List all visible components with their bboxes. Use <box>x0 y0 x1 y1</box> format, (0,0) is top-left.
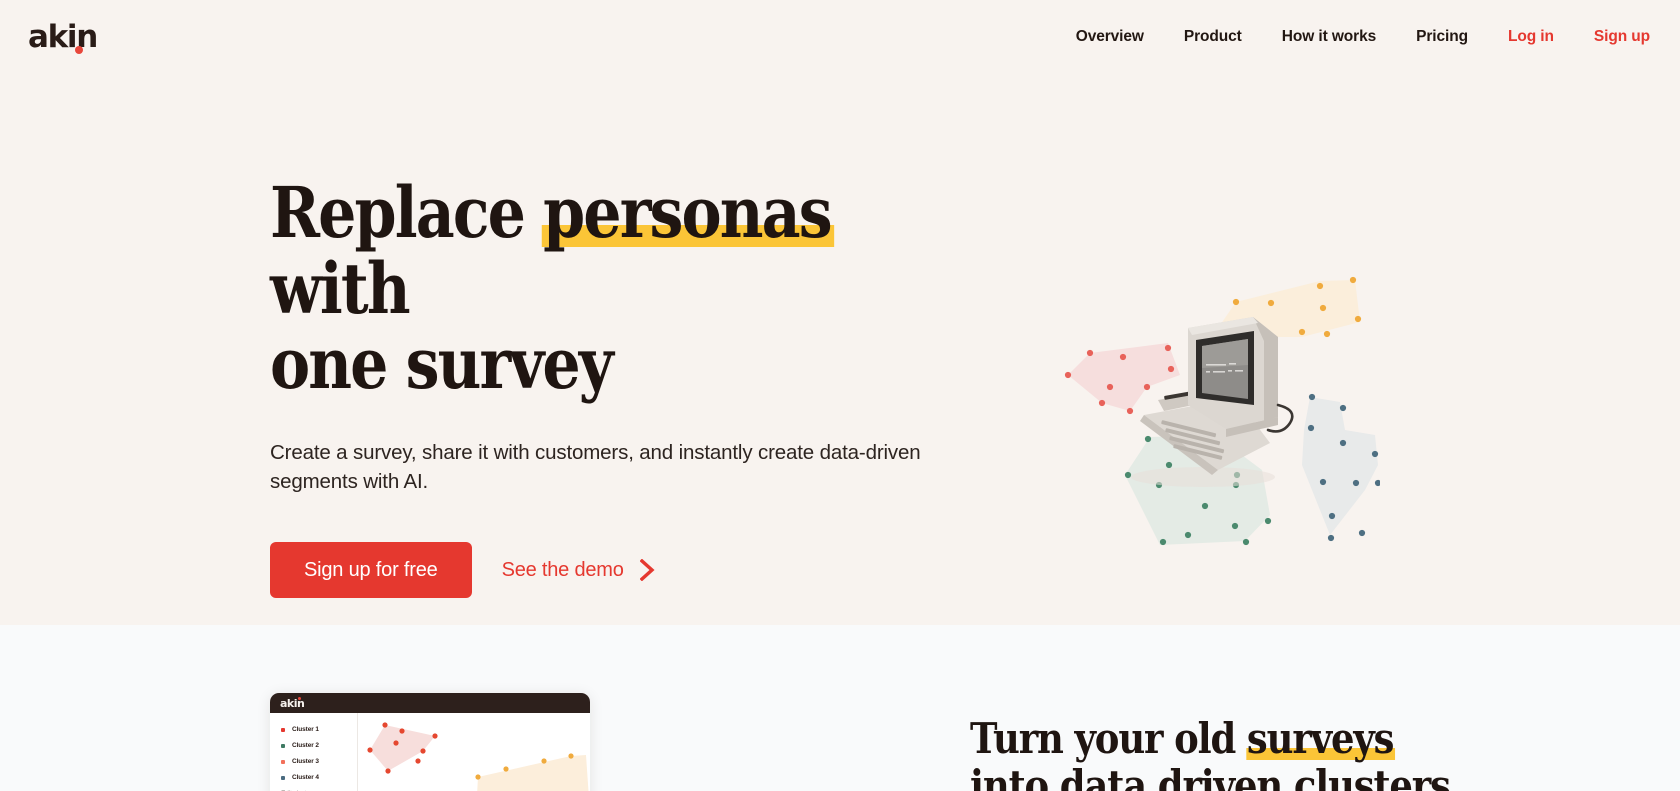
sign-up-for-free-button[interactable]: Sign up for free <box>270 542 472 598</box>
headline-part-1: Replace <box>270 171 544 254</box>
legend-dot-icon <box>281 727 285 732</box>
legend-dot-icon <box>281 759 285 764</box>
legend-label: Cluster 3 <box>292 758 319 765</box>
see-the-demo-link[interactable]: See the demo <box>502 559 655 582</box>
nav-item-product[interactable]: Product <box>1164 28 1262 46</box>
mock-brand-logo: akin <box>280 696 305 710</box>
legend-label: Cluster 1 <box>292 726 319 733</box>
legend-dot-icon <box>281 743 285 748</box>
legend-label: Cluster 2 <box>292 742 319 749</box>
product-screenshot-mock: akin Cluster 1 Cluster 2 Cluster 3 Clust… <box>270 693 590 791</box>
hero-cta-row: Sign up for free See the demo <box>270 542 990 598</box>
lower-copy: Turn your old surveys into data driven c… <box>970 715 1610 791</box>
top-navigation: akin Overview Product How it works Prici… <box>0 0 1680 80</box>
brand-logo-dot-icon <box>75 46 83 54</box>
hero-subheading: Create a survey, share it with customers… <box>270 440 921 493</box>
lower-head-highlight-surveys: surveys <box>1246 714 1396 763</box>
lower-headline: Turn your old surveys into data driven c… <box>970 715 1533 791</box>
legend-item-cluster-2[interactable]: Cluster 2 <box>281 742 357 749</box>
hero-copy: Replace personas with one survey Create … <box>270 175 990 598</box>
mock-brand-logo-dot-icon <box>297 697 301 700</box>
legend-item-cluster-4[interactable]: Cluster 4 <box>281 774 357 781</box>
headline-highlight-personas: personas <box>541 171 834 254</box>
legend-label: Cluster 4 <box>292 774 319 781</box>
nav-item-sign-up[interactable]: Sign up <box>1574 28 1650 46</box>
lower-head-part-1: Turn your old <box>970 714 1247 763</box>
cluster-scatter-plot <box>358 713 590 791</box>
legend-dot-icon <box>281 775 285 780</box>
lower-head-line-2: into data driven clusters <box>970 761 1451 791</box>
hero-headline: Replace personas with one survey <box>270 175 889 402</box>
scatter-cluster-1 <box>367 722 438 774</box>
brand-logo[interactable]: akin <box>28 19 98 55</box>
see-the-demo-label: See the demo <box>501 558 624 581</box>
nav-item-overview[interactable]: Overview <box>1056 28 1164 46</box>
landing-page: akin Overview Product How it works Prici… <box>0 0 1680 791</box>
legend-item-cluster-3[interactable]: Cluster 3 <box>281 758 357 765</box>
mock-titlebar: akin <box>270 693 590 713</box>
chevron-right-icon <box>639 559 655 581</box>
nav-item-how-it-works[interactable]: How it works <box>1262 28 1396 46</box>
mock-body: Cluster 1 Cluster 2 Cluster 3 Cluster 4 … <box>270 713 590 791</box>
nav-item-pricing[interactable]: Pricing <box>1396 28 1488 46</box>
hero-illustration <box>1040 265 1380 555</box>
mock-sidebar: Cluster 1 Cluster 2 Cluster 3 Cluster 4 … <box>270 713 358 791</box>
nav-item-log-in[interactable]: Log in <box>1488 28 1574 46</box>
brand-logo-text: akin <box>28 19 98 55</box>
mock-brand-logo-text: akin <box>280 696 305 710</box>
cluster-polygon-blue <box>1302 393 1380 542</box>
hero-section: akin Overview Product How it works Prici… <box>0 0 1680 625</box>
nav-links: Overview Product How it works Pricing Lo… <box>1056 28 1650 46</box>
scatter-cluster-2 <box>475 753 589 791</box>
legend-item-cluster-1[interactable]: Cluster 1 <box>281 726 357 733</box>
headline-part-2: with <box>270 246 411 330</box>
headline-line-2: one survey <box>270 322 614 406</box>
